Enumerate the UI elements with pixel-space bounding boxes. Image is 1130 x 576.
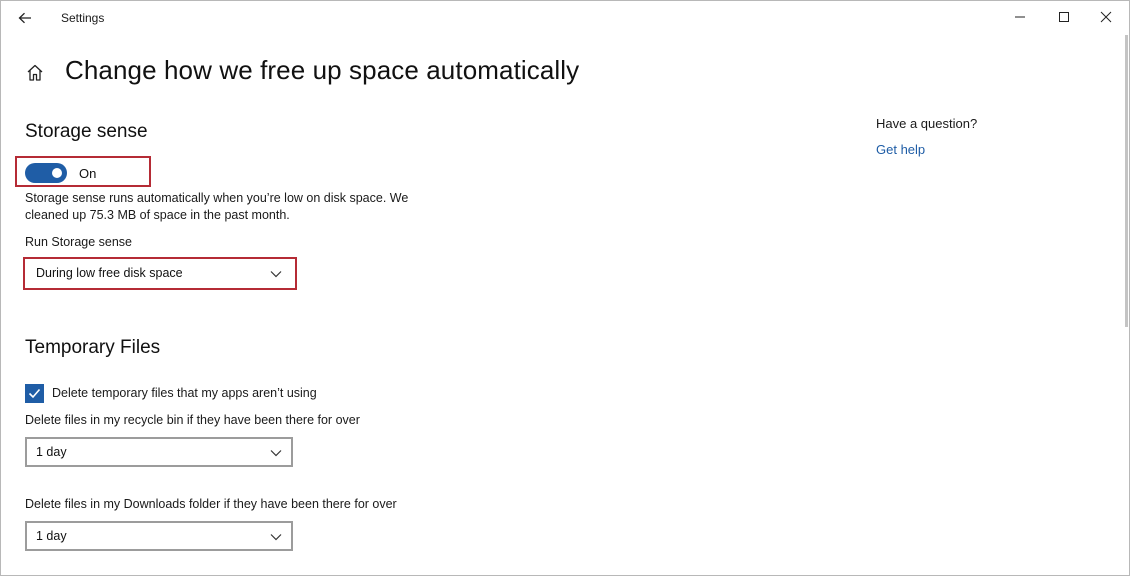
settings-window: Settings Change how we free up space aut… <box>0 0 1130 576</box>
back-arrow-icon <box>18 12 31 24</box>
close-icon <box>1100 11 1112 23</box>
temporary-files-heading: Temporary Files <box>25 337 161 358</box>
delete-temp-files-checkbox[interactable] <box>25 383 44 403</box>
title-bar: Settings <box>1 1 1129 35</box>
app-title: Settings <box>61 11 105 25</box>
toggle-highlight-box <box>15 156 151 187</box>
run-storage-sense-label: Run Storage sense <box>25 235 133 249</box>
storage-sense-description-line1: Storage sense runs automatically when yo… <box>25 191 409 205</box>
delete-temp-files-row: Delete temporary files that my apps aren… <box>25 383 317 403</box>
storage-sense-heading: Storage sense <box>25 121 148 142</box>
downloads-folder-label: Delete files in my Downloads folder if t… <box>25 497 397 511</box>
page-title: Change how we free up space automaticall… <box>65 55 580 85</box>
minimize-button[interactable] <box>997 1 1043 33</box>
chevron-down-icon <box>270 450 282 457</box>
vertical-scrollbar[interactable] <box>1125 35 1128 327</box>
maximize-button[interactable] <box>1041 1 1087 33</box>
chevron-down-icon <box>270 534 282 541</box>
close-button[interactable] <box>1083 1 1129 33</box>
recycle-bin-label: Delete files in my recycle bin if they h… <box>25 413 360 427</box>
home-icon <box>27 64 43 81</box>
storage-sense-description-line2: cleaned up 75.3 MB of space in the past … <box>25 208 290 222</box>
minimize-icon <box>1015 16 1025 18</box>
recycle-bin-dropdown[interactable]: 1 day <box>25 437 293 467</box>
dropdown-value: 1 day <box>36 445 67 459</box>
dropdown-highlight-box <box>23 257 297 290</box>
dropdown-value: 1 day <box>36 529 67 543</box>
get-help-link[interactable]: Get help <box>876 142 925 157</box>
home-button[interactable] <box>23 61 47 85</box>
delete-temp-files-label: Delete temporary files that my apps aren… <box>52 386 317 400</box>
back-button[interactable] <box>9 3 41 33</box>
downloads-folder-dropdown[interactable]: 1 day <box>25 521 293 551</box>
have-a-question-heading: Have a question? <box>876 116 978 131</box>
maximize-icon <box>1059 12 1069 22</box>
checkmark-icon <box>28 388 41 398</box>
